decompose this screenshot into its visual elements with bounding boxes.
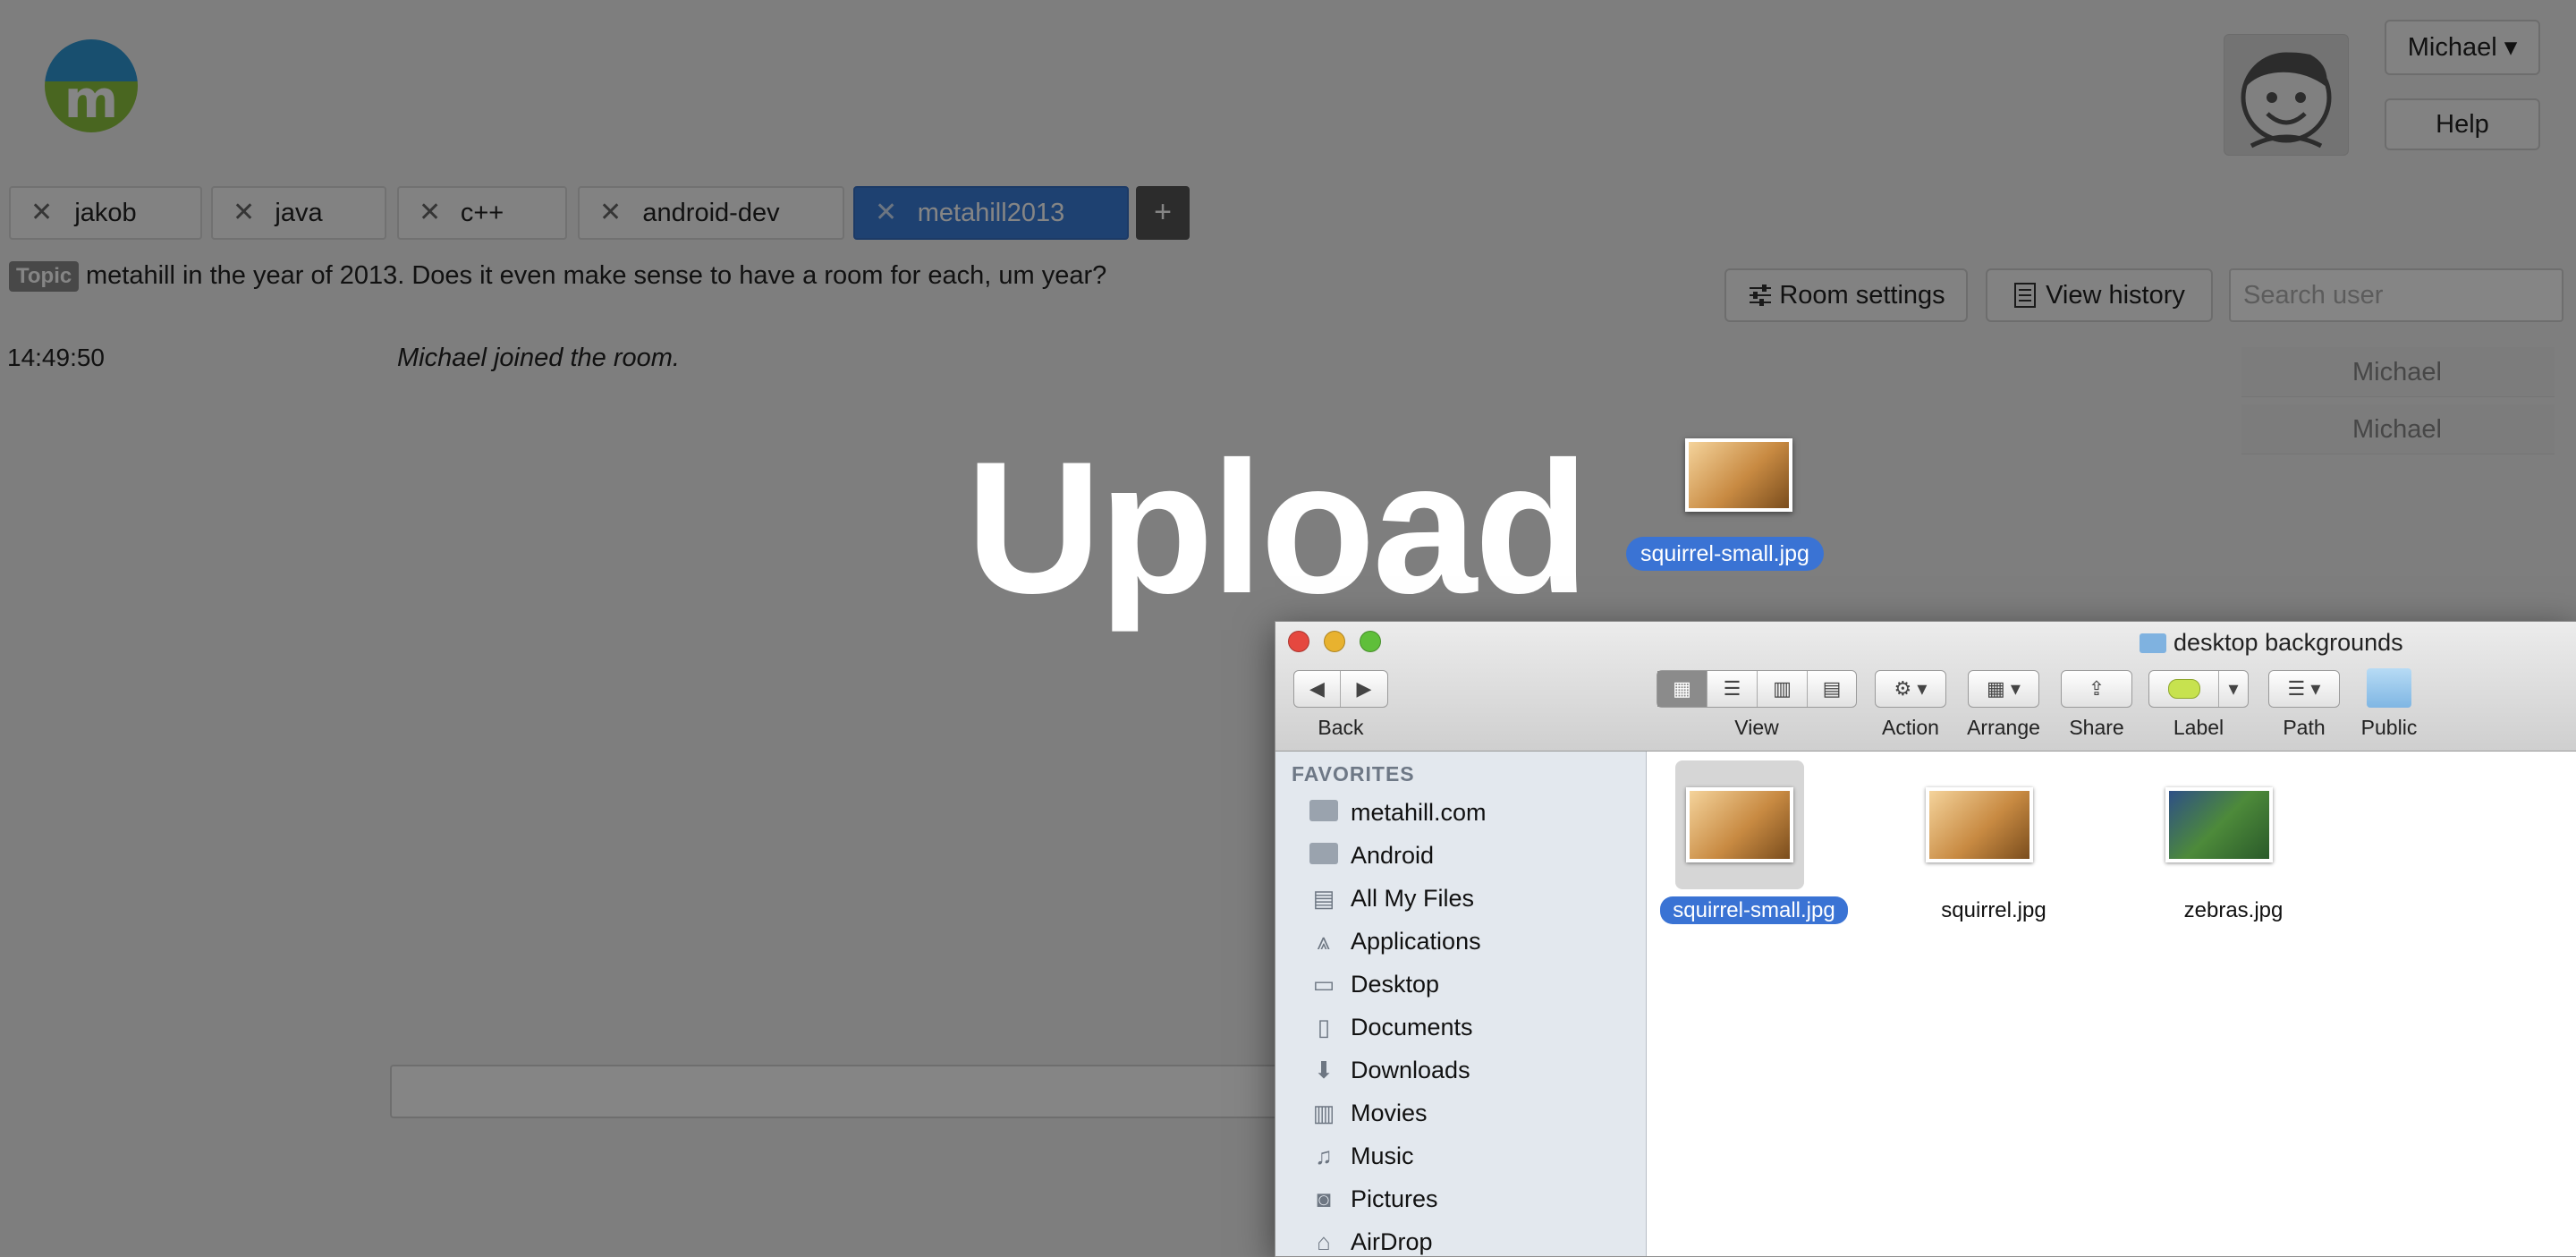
image-thumbnail <box>1686 787 1793 862</box>
sidebar-item-label: Movies <box>1351 1100 1428 1126</box>
sidebar-item-all-my-files[interactable]: ▤ All My Files <box>1275 877 1646 920</box>
file-item[interactable]: squirrel-small.jpg <box>1647 752 1861 930</box>
movies-icon: ▥ <box>1312 1100 1335 1126</box>
label-button[interactable]: ▾ <box>2148 670 2249 708</box>
sidebar-item-label: Pictures <box>1351 1185 1438 1212</box>
folder-icon <box>1308 800 1340 825</box>
sidebar-item-label: Android <box>1351 842 1435 869</box>
airdrop-icon: ⌂ <box>1317 1228 1331 1255</box>
sidebar-item-metahill-com[interactable]: metahill.com <box>1275 791 1646 834</box>
back-icon[interactable]: ◀ <box>1294 671 1341 707</box>
sidebar-item-label: Documents <box>1351 1014 1473 1040</box>
finder-toolbar: desktop backgrounds ◀ ▶ Back ▦ ☰ ▥ ▤ View ⚙ … <box>1275 622 2576 752</box>
file-thumbnail-selection <box>2155 760 2284 889</box>
back-forward-buttons[interactable]: ◀ ▶ <box>1293 670 1388 708</box>
image-thumbnail <box>2165 787 2273 862</box>
gear-icon: ⚙ ▾ <box>1894 677 1928 700</box>
finder-file-area[interactable]: squirrel-small.jpg squirrel.jpg zebras.j… <box>1647 752 2576 1256</box>
downloads-icon: ⬇ <box>1314 1057 1334 1083</box>
file-thumbnail-selection <box>1675 760 1804 889</box>
folder-icon <box>1308 843 1340 868</box>
pictures-icon: ◙ <box>1317 1185 1331 1212</box>
file-name: squirrel-small.jpg <box>1647 896 1861 925</box>
dragged-file-label: squirrel-small.jpg <box>1626 537 1824 571</box>
image-thumbnail <box>1926 787 2033 862</box>
sidebar-item-label: AirDrop <box>1351 1228 1433 1255</box>
sidebar-item-label: metahill.com <box>1351 799 1487 826</box>
window-title-label: desktop backgrounds <box>2174 629 2403 656</box>
icon-view-icon[interactable]: ▦ <box>1657 671 1707 707</box>
share-icon: ⇪ <box>2088 677 2106 700</box>
public-folder-icon[interactable] <box>2367 668 2411 708</box>
sidebar-item-label: Applications <box>1351 928 1481 955</box>
sidebar-item-desktop[interactable]: ▭ Desktop <box>1275 963 1646 1006</box>
back-label: Back <box>1318 716 1364 739</box>
close-window-button[interactable] <box>1288 631 1309 652</box>
dragged-file-thumbnail[interactable] <box>1685 438 1792 512</box>
file-name: zebras.jpg <box>2183 898 2284 922</box>
sidebar-item-android[interactable]: Android <box>1275 834 1646 877</box>
file-item[interactable]: squirrel.jpg <box>1886 752 2101 930</box>
sidebar-item-applications[interactable]: ⩓ Applications <box>1275 920 1646 963</box>
music-icon: ♫ <box>1315 1142 1333 1169</box>
path-button[interactable]: ☰ ▾ <box>2268 670 2340 708</box>
file-thumbnail-selection <box>1915 760 2044 889</box>
sidebar-item-label: Music <box>1351 1142 1414 1169</box>
arrange-icon: ▦ ▾ <box>1987 677 2021 700</box>
sidebar-item-downloads[interactable]: ⬇ Downloads <box>1275 1049 1646 1091</box>
forward-icon[interactable]: ▶ <box>1341 671 1387 707</box>
view-label: View <box>1734 716 1779 739</box>
files-icon: ▤ <box>1312 885 1335 912</box>
window-title: desktop backgrounds <box>2140 627 2403 658</box>
favorites-header: FAVORITES <box>1292 762 1415 786</box>
folder-icon <box>2140 633 2166 653</box>
view-mode-buttons[interactable]: ▦ ☰ ▥ ▤ <box>1657 670 1857 708</box>
sidebar-item-music[interactable]: ♫ Music <box>1275 1134 1646 1177</box>
desktop-icon: ▭ <box>1312 971 1335 998</box>
file-item[interactable]: zebras.jpg <box>2126 752 2341 930</box>
path-icon: ☰ ▾ <box>2287 677 2321 700</box>
file-name: squirrel.jpg <box>1941 898 2046 922</box>
sidebar-item-documents[interactable]: ▯ Documents <box>1275 1006 1646 1049</box>
documents-icon: ▯ <box>1317 1014 1331 1040</box>
label-color-icon <box>2149 671 2219 707</box>
minimize-window-button[interactable] <box>1324 631 1345 652</box>
zoom-window-button[interactable] <box>1360 631 1381 652</box>
finder-window: desktop backgrounds ◀ ▶ Back ▦ ☰ ▥ ▤ View ⚙ … <box>1275 621 2576 1257</box>
share-label: Share <box>2069 716 2124 739</box>
share-button[interactable]: ⇪ <box>2061 670 2132 708</box>
action-label: Action <box>1882 716 1939 739</box>
sidebar-item-pictures[interactable]: ◙ Pictures <box>1275 1177 1646 1220</box>
finder-sidebar: FAVORITES metahill.com Android ▤ All My F… <box>1275 752 1647 1256</box>
coverflow-view-icon[interactable]: ▤ <box>1808 671 1856 707</box>
sidebar-item-label: Downloads <box>1351 1057 1470 1083</box>
applications-icon: ⩓ <box>1317 928 1331 955</box>
list-view-icon[interactable]: ☰ <box>1707 671 1758 707</box>
action-button[interactable]: ⚙ ▾ <box>1875 670 1946 708</box>
arrange-button[interactable]: ▦ ▾ <box>1968 670 2039 708</box>
label-label: Label <box>2173 716 2224 739</box>
sidebar-item-airdrop[interactable]: ⌂ AirDrop <box>1275 1220 1646 1256</box>
column-view-icon[interactable]: ▥ <box>1758 671 1808 707</box>
chevron-down-icon: ▾ <box>2228 677 2239 700</box>
upload-title: Upload <box>966 422 1589 633</box>
path-label: Path <box>2283 716 2326 739</box>
arrange-label: Arrange <box>1967 716 2040 739</box>
sidebar-item-label: Desktop <box>1351 971 1440 998</box>
sidebar-item-label: All My Files <box>1351 885 1475 912</box>
public-label: Public <box>2360 716 2418 739</box>
sidebar-item-movies[interactable]: ▥ Movies <box>1275 1091 1646 1134</box>
